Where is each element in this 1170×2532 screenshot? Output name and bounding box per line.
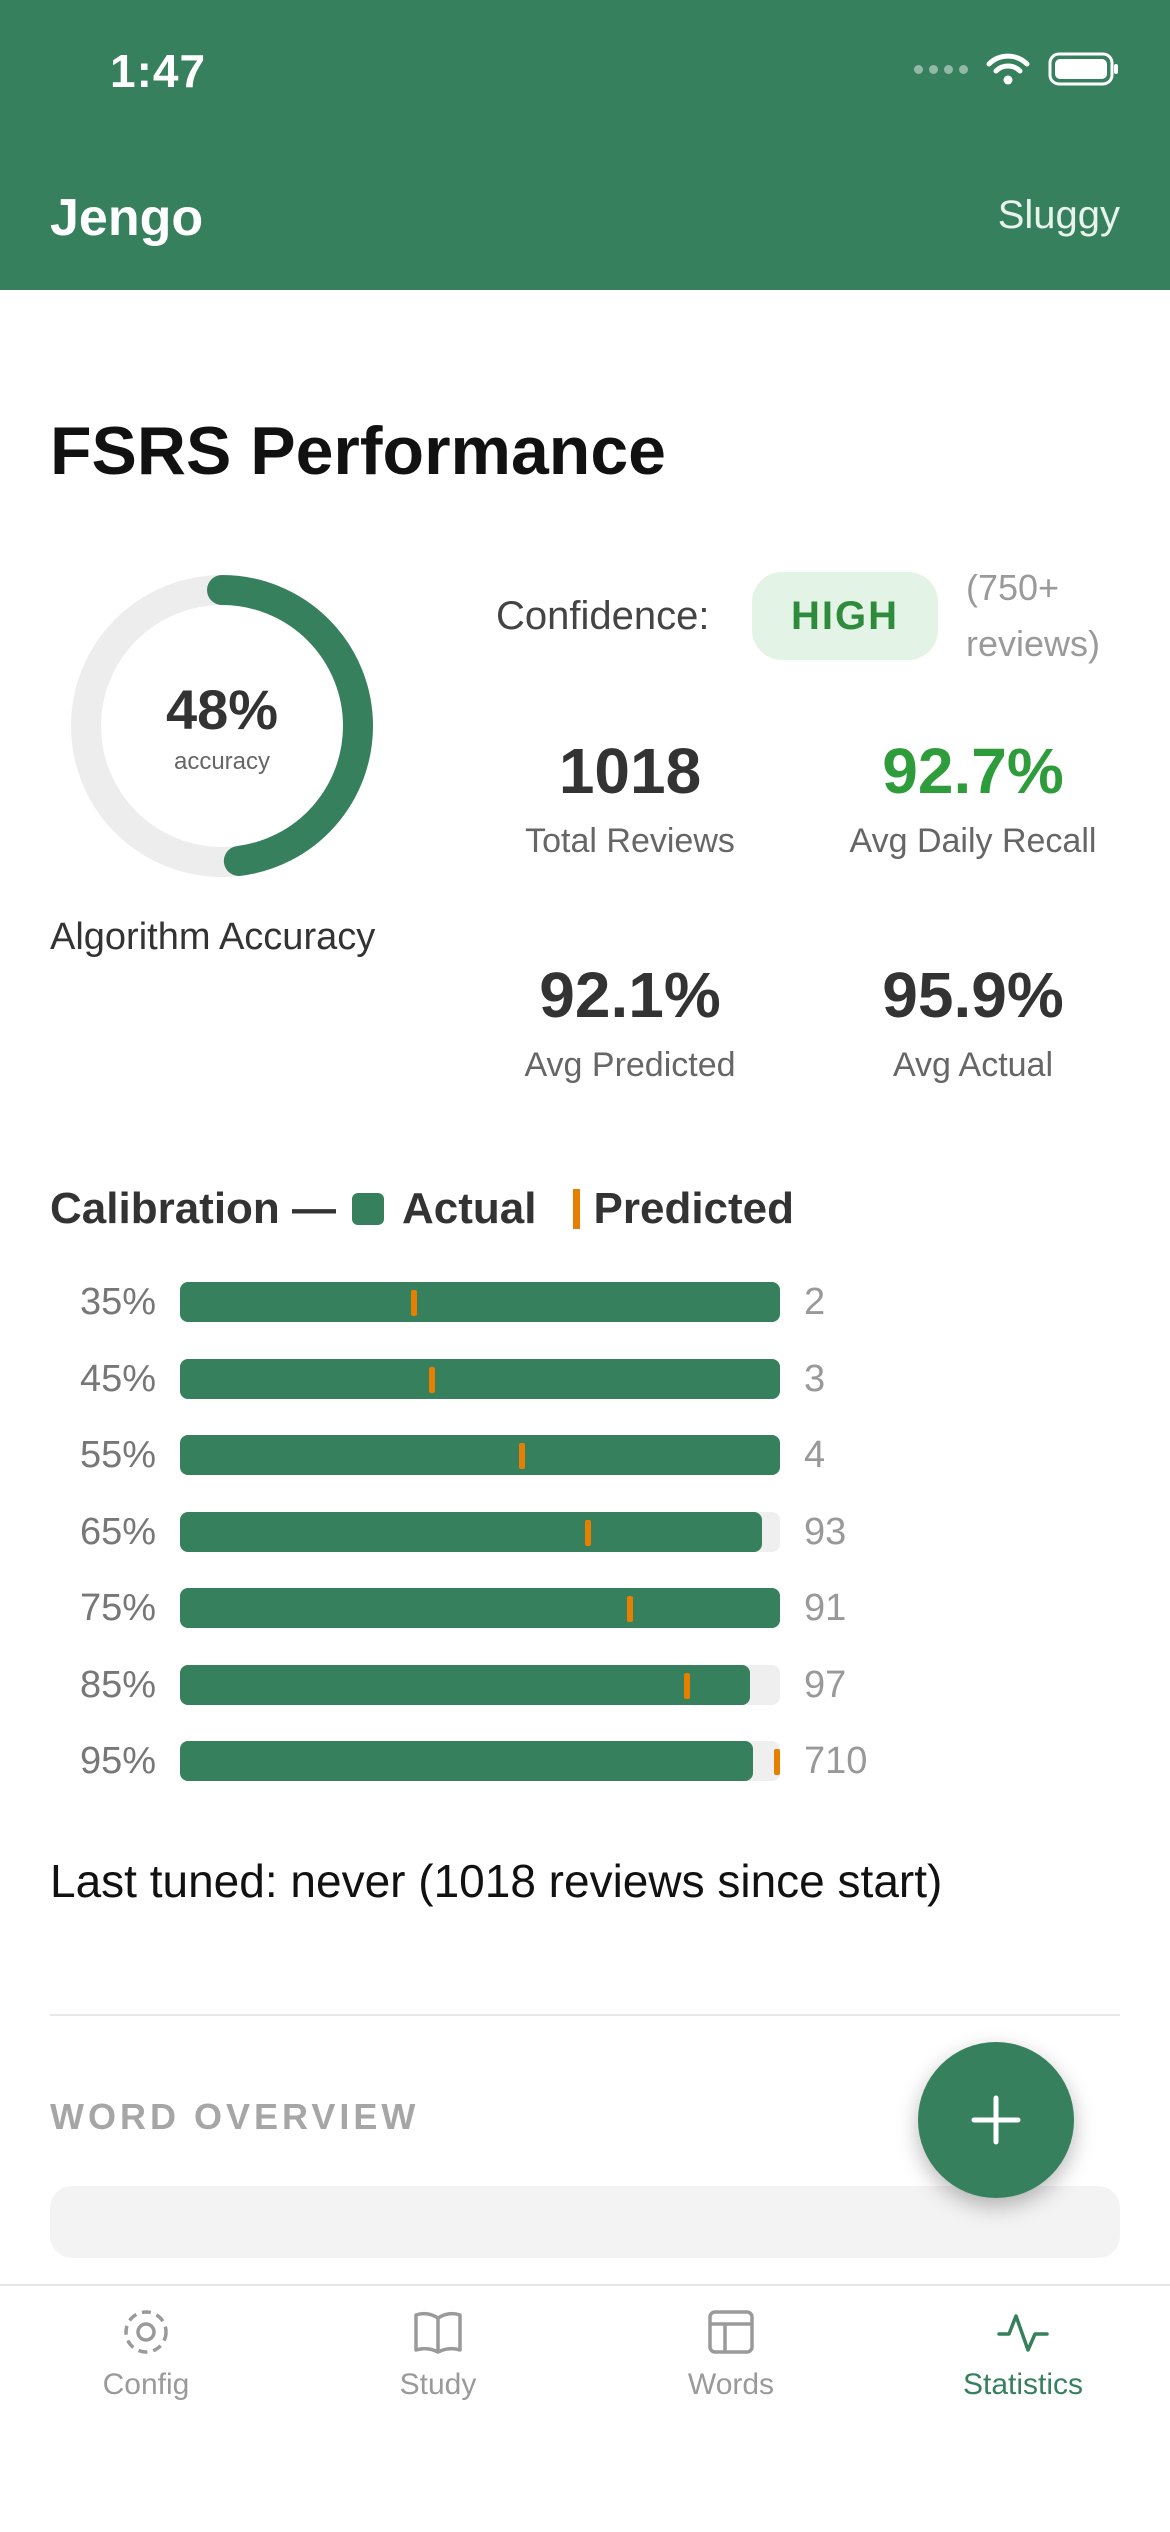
calibration-bar-track	[180, 1588, 780, 1628]
tab-statistics[interactable]: Statistics	[877, 2304, 1169, 2402]
calibration-predicted-marker	[627, 1596, 633, 1622]
calibration-row: 95% 710	[50, 1739, 1120, 1783]
calibration-bin-count: 710	[804, 1740, 868, 1782]
tab-bar: Config Study Words Statistics	[0, 2284, 1170, 2532]
word-overview-title: WORD OVERVIEW	[50, 2096, 420, 2137]
calibration-predicted-marker	[684, 1672, 690, 1699]
cellular-signal-icon	[914, 64, 968, 74]
calibration-bin-count: 93	[804, 1510, 847, 1553]
calibration-bin-count: 97	[804, 1663, 847, 1706]
plus-icon	[971, 2095, 1021, 2145]
page-title: FSRS Performance	[50, 413, 666, 489]
calibration-row: 35% 2	[50, 1280, 1120, 1324]
stat-avg-daily-recall: 92.7% Avg Daily Recall	[808, 734, 1138, 861]
calibration-bin-count: 2	[804, 1281, 826, 1323]
calibration-bin-label: 75%	[79, 1587, 156, 1629]
calibration-title: Calibration — Actual Predicted	[50, 1184, 794, 1234]
calibration-bin-label: 65%	[79, 1510, 156, 1553]
stat-value: 95.9%	[882, 959, 1064, 1031]
legend-predicted-label: Predicted	[593, 1184, 795, 1233]
user-name[interactable]: Sluggy	[998, 193, 1120, 238]
calibration-row: 45% 3	[50, 1357, 1120, 1401]
calibration-bin-label: 55%	[79, 1434, 156, 1476]
legend-predicted-swatch	[572, 1189, 580, 1229]
table-icon	[708, 2310, 754, 2354]
tab-label: Statistics	[962, 2368, 1084, 2401]
calibration-actual-bar	[180, 1741, 753, 1781]
calibration-row: 75% 91	[50, 1586, 1120, 1630]
book-icon	[414, 2312, 462, 2354]
calibration-predicted-marker	[519, 1443, 525, 1469]
activity-icon	[997, 2314, 1049, 2352]
stat-value: 92.7%	[882, 735, 1064, 807]
confidence-label: Confidence:	[496, 594, 710, 638]
legend-actual-label: Actual	[402, 1184, 537, 1233]
calibration-predicted-marker	[774, 1749, 780, 1775]
calibration-row: 55% 4	[50, 1433, 1120, 1477]
last-tuned: Last tuned: never (1018 reviews since st…	[50, 1855, 943, 1907]
divider	[50, 2014, 1120, 2016]
stat-label: Avg Predicted	[524, 1046, 736, 1084]
calibration-actual-bar	[180, 1588, 780, 1628]
tab-label: Config	[102, 2368, 190, 2401]
calibration-bin-label: 45%	[79, 1357, 156, 1400]
calibration-title-text: Calibration —	[50, 1184, 337, 1233]
stat-total-reviews: 1018 Total Reviews	[465, 734, 795, 861]
stat-label: Avg Actual	[892, 1046, 1054, 1084]
calibration-actual-bar	[180, 1435, 780, 1475]
battery-icon	[1048, 52, 1118, 86]
stat-label: Avg Daily Recall	[849, 822, 1097, 860]
gear-icon	[124, 2310, 168, 2354]
calibration-bin-count: 91	[804, 1587, 847, 1629]
status-icons	[914, 52, 1120, 86]
stat-label: Total Reviews	[525, 822, 735, 860]
calibration-bin-label: 95%	[79, 1740, 156, 1782]
calibration-actual-bar	[180, 1664, 750, 1705]
tab-label: Study	[399, 2368, 477, 2401]
calibration-predicted-marker	[429, 1366, 435, 1393]
accuracy-sub-label: accuracy	[173, 747, 271, 775]
accuracy-ring-center: 48% accuracy	[62, 566, 382, 886]
confidence-badge: HIGH	[752, 572, 938, 660]
calibration-row: 85% 97	[50, 1663, 1120, 1707]
calibration-bar-track	[180, 1511, 780, 1552]
calibration-bar-track	[180, 1358, 780, 1399]
tab-label: Words	[687, 2368, 775, 2401]
calibration-actual-bar	[180, 1511, 762, 1552]
calibration-predicted-marker	[411, 1290, 417, 1316]
calibration-bin-label: 85%	[79, 1663, 156, 1706]
stat-value: 1018	[558, 735, 702, 807]
accuracy-ring: 48% accuracy	[62, 566, 382, 886]
accuracy-caption: Algorithm Accuracy	[50, 916, 376, 958]
wifi-icon	[986, 53, 1030, 85]
stat-avg-predicted: 92.1% Avg Predicted	[465, 958, 795, 1085]
tab-study[interactable]: Study	[292, 2304, 584, 2402]
calibration-bar-track	[180, 1435, 780, 1475]
stat-avg-actual: 95.9% Avg Actual	[808, 958, 1138, 1085]
calibration-bar-track	[180, 1664, 780, 1705]
accuracy-value: 48%	[165, 677, 279, 741]
calibration-actual-bar	[180, 1282, 780, 1322]
calibration-actual-bar	[180, 1358, 780, 1399]
add-button[interactable]	[918, 2042, 1074, 2198]
app-title: Jengo	[50, 189, 204, 247]
calibration-row: 65% 93	[50, 1510, 1120, 1554]
app-header: 1:47 Jengo Sluggy	[0, 0, 1170, 290]
word-overview-box[interactable]	[50, 2186, 1120, 2258]
calibration-bin-label: 35%	[79, 1281, 156, 1323]
calibration-bin-count: 4	[804, 1434, 826, 1476]
calibration-predicted-marker	[585, 1519, 591, 1546]
stat-value: 92.1%	[539, 959, 721, 1031]
status-time: 1:47	[110, 45, 207, 97]
calibration-bin-count: 3	[804, 1357, 826, 1400]
calibration-bar-track	[180, 1282, 780, 1322]
calibration-bar-track	[180, 1741, 780, 1781]
confidence-note: (750+ reviews)	[966, 567, 1101, 664]
tab-words[interactable]: Words	[585, 2304, 877, 2402]
legend-actual-swatch	[352, 1193, 385, 1225]
tab-config[interactable]: Config	[0, 2304, 292, 2402]
